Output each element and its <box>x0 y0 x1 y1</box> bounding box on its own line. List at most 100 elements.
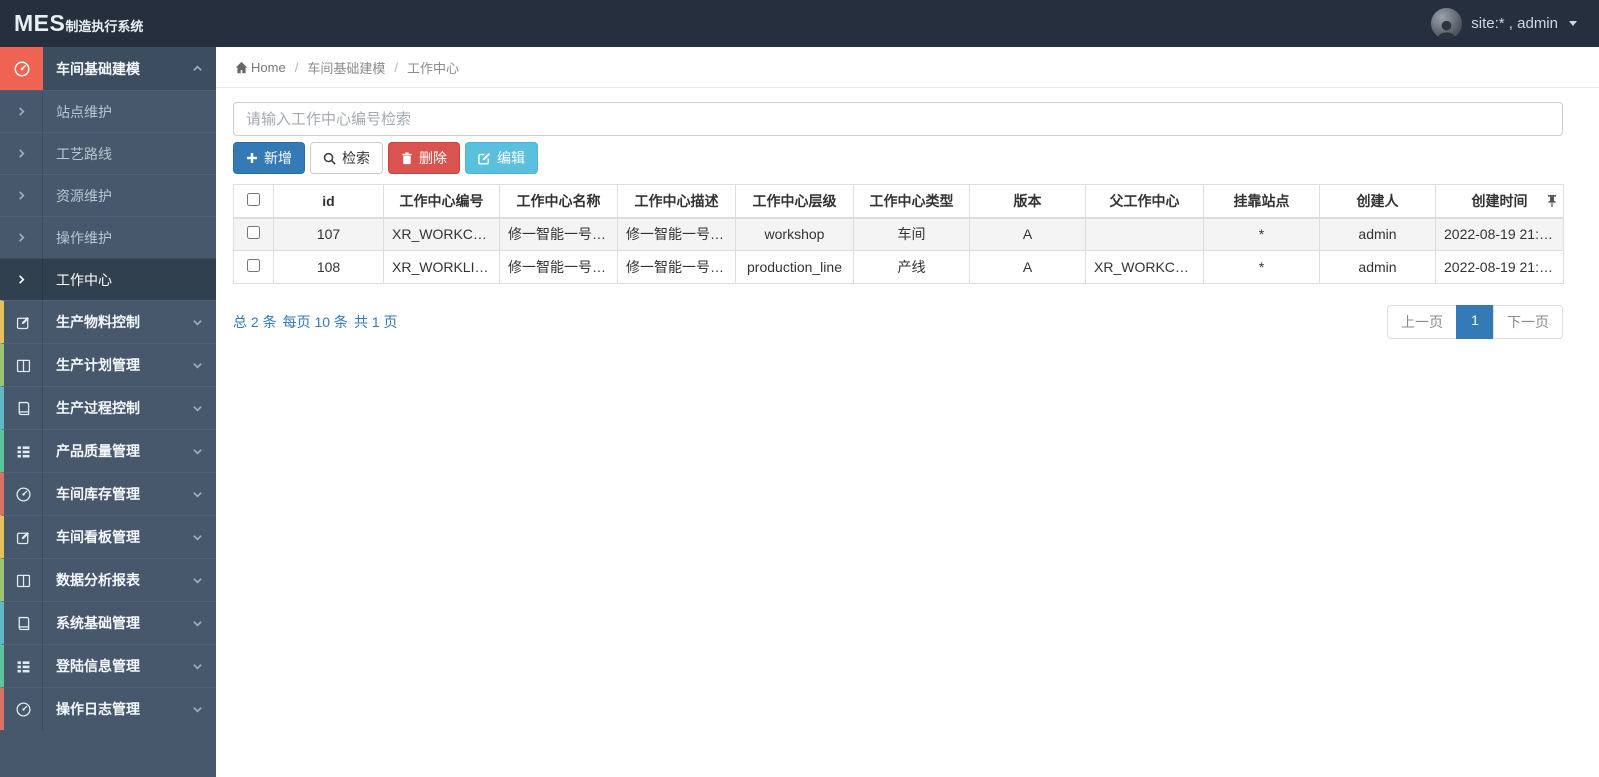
breadcrumb-separator: / <box>294 59 299 75</box>
row-checkbox-cell <box>233 250 274 284</box>
sidebar-group-plan-management[interactable]: 生产计划管理 <box>0 343 216 386</box>
breadcrumb-item-current: 工作中心 <box>406 60 459 76</box>
cell-level: workshop <box>735 217 854 251</box>
column-header[interactable]: 父工作中心 <box>1085 184 1204 219</box>
toolbar: 新增 检索 删除 编辑 <box>233 142 1563 174</box>
sidebar-item-process-route[interactable]: 工艺路线 <box>0 132 216 174</box>
pin-icon[interactable] <box>1547 194 1557 207</box>
column-header[interactable]: 挂靠站点 <box>1203 184 1320 219</box>
sidebar-item-site-maintenance[interactable]: 站点维护 <box>0 90 216 132</box>
chevron-down-icon <box>192 317 203 328</box>
column-header[interactable]: id <box>273 184 384 219</box>
prev-page-button[interactable]: 上一页 <box>1387 305 1457 339</box>
work-center-table: id 工作中心编号 工作中心名称 工作中心描述 工作中心层级 工作中心类型 版本… <box>233 184 1564 284</box>
chevron-down-icon <box>192 661 203 672</box>
row-checkbox[interactable] <box>247 259 260 272</box>
list-icon <box>4 645 43 687</box>
cell-created-time: 2022-08-19 21:1... <box>1435 250 1564 284</box>
sidebar-group-workshop-modeling[interactable]: 车间基础建模 <box>0 47 216 90</box>
sidebar-group-label: 数据分析报表 <box>56 572 140 588</box>
edit-icon <box>4 516 43 558</box>
sidebar-group-process-control[interactable]: 生产过程控制 <box>0 386 216 429</box>
table-row[interactable]: 107 XR_WORKCEN... 修一智能一号车间 修一智能一号车间 work… <box>233 217 1564 251</box>
user-label: site:* , admin <box>1471 15 1558 32</box>
sidebar-group-label: 车间基础建模 <box>56 60 140 77</box>
sidebar-group-label: 操作日志管理 <box>56 701 140 717</box>
book-icon <box>4 602 43 644</box>
cell-creator: admin <box>1319 250 1436 284</box>
column-header[interactable]: 工作中心层级 <box>735 184 854 219</box>
main-content: Home / 车间基础建模 / 工作中心 新增 检索 删除 编辑 <box>216 47 1599 777</box>
chevron-down-icon <box>192 575 203 586</box>
search-button[interactable]: 检索 <box>310 142 383 174</box>
sidebar-group-board-management[interactable]: 车间看板管理 <box>0 515 216 558</box>
cell-type: 车间 <box>853 217 970 251</box>
column-header[interactable]: 创建人 <box>1319 184 1436 219</box>
column-header[interactable]: 工作中心类型 <box>853 184 970 219</box>
header-checkbox-cell <box>233 184 274 219</box>
chevron-down-icon <box>192 489 203 500</box>
sidebar-group-data-analysis[interactable]: 数据分析报表 <box>0 558 216 601</box>
next-page-button[interactable]: 下一页 <box>1493 305 1563 339</box>
list-icon <box>4 430 43 472</box>
cell-id: 108 <box>273 250 384 284</box>
breadcrumb-home[interactable]: Home <box>235 60 286 75</box>
dashboard-icon <box>4 688 43 730</box>
edit-icon <box>4 301 43 343</box>
breadcrumb-item[interactable]: 车间基础建模 <box>307 58 385 77</box>
cell-description: 修一智能一号车间 <box>617 217 736 251</box>
sidebar-group-login-info[interactable]: 登陆信息管理 <box>0 644 216 687</box>
sidebar-item-label: 操作维护 <box>56 229 112 246</box>
column-header[interactable]: 版本 <box>969 184 1086 219</box>
breadcrumb-separator: / <box>394 59 398 75</box>
row-checkbox[interactable] <box>247 226 260 240</box>
row-checkbox-cell <box>233 217 274 251</box>
sidebar-item-operation-maintenance[interactable]: 操作维护 <box>0 216 216 258</box>
logo-text-main: MES <box>14 10 66 36</box>
table-row[interactable]: 108 XR_WORKLINE... 修一智能一号S... 修一智能一号S...… <box>233 250 1564 284</box>
chevron-right-icon <box>0 175 43 216</box>
cell-creator: admin <box>1319 217 1436 251</box>
sidebar-group-quality-management[interactable]: 产品质量管理 <box>0 429 216 472</box>
app-logo: MES 制造执行系统 <box>0 10 216 37</box>
pagination-pagesize-dropdown[interactable]: 每页 10 条 <box>283 312 348 332</box>
column-header[interactable]: 工作中心名称 <box>499 184 618 219</box>
cell-level: production_line <box>735 250 854 284</box>
add-button[interactable]: 新增 <box>233 142 305 174</box>
chevron-right-icon <box>0 133 43 174</box>
cell-type: 产线 <box>853 250 970 284</box>
sidebar-item-resource-maintenance[interactable]: 资源维护 <box>0 174 216 216</box>
sidebar-group-system-management[interactable]: 系统基础管理 <box>0 601 216 644</box>
sidebar-group-label: 登陆信息管理 <box>56 658 140 674</box>
dashboard-icon <box>4 473 43 515</box>
edit-icon <box>478 152 491 164</box>
columns-icon <box>4 559 43 601</box>
user-caret-icon <box>1569 21 1577 26</box>
sidebar-item-label: 站点维护 <box>56 103 112 120</box>
edit-button[interactable]: 编辑 <box>465 142 538 174</box>
breadcrumb: Home / 车间基础建模 / 工作中心 <box>216 47 1599 88</box>
sidebar-item-label: 工艺路线 <box>56 145 112 162</box>
user-menu[interactable]: site:* , admin <box>1431 8 1599 39</box>
sidebar-group-operation-log[interactable]: 操作日志管理 <box>0 687 216 730</box>
page-number-button[interactable]: 1 <box>1456 305 1494 339</box>
sidebar-group-inventory-management[interactable]: 车间库存管理 <box>0 472 216 515</box>
cell-description: 修一智能一号S... <box>617 250 736 284</box>
cell-code: XR_WORKCEN... <box>383 217 500 251</box>
search-input[interactable] <box>233 102 1563 136</box>
column-header[interactable]: 工作中心编号 <box>383 184 500 219</box>
sidebar-item-work-center[interactable]: 工作中心 <box>0 258 216 300</box>
cell-name: 修一智能一号S... <box>499 250 618 284</box>
table-header-row: id 工作中心编号 工作中心名称 工作中心描述 工作中心层级 工作中心类型 版本… <box>233 184 1564 219</box>
select-all-checkbox[interactable] <box>247 192 260 206</box>
delete-button[interactable]: 删除 <box>388 142 460 174</box>
trash-icon <box>402 151 412 164</box>
chevron-up-icon <box>192 63 203 74</box>
column-header[interactable]: 创建时间 <box>1435 184 1564 219</box>
cell-version: A <box>969 217 1086 251</box>
sidebar-group-label: 车间库存管理 <box>56 486 140 502</box>
chevron-right-icon <box>0 259 43 300</box>
top-navbar: MES 制造执行系统 site:* , admin <box>0 0 1599 47</box>
sidebar-group-material-control[interactable]: 生产物料控制 <box>0 300 216 343</box>
column-header[interactable]: 工作中心描述 <box>617 184 736 219</box>
